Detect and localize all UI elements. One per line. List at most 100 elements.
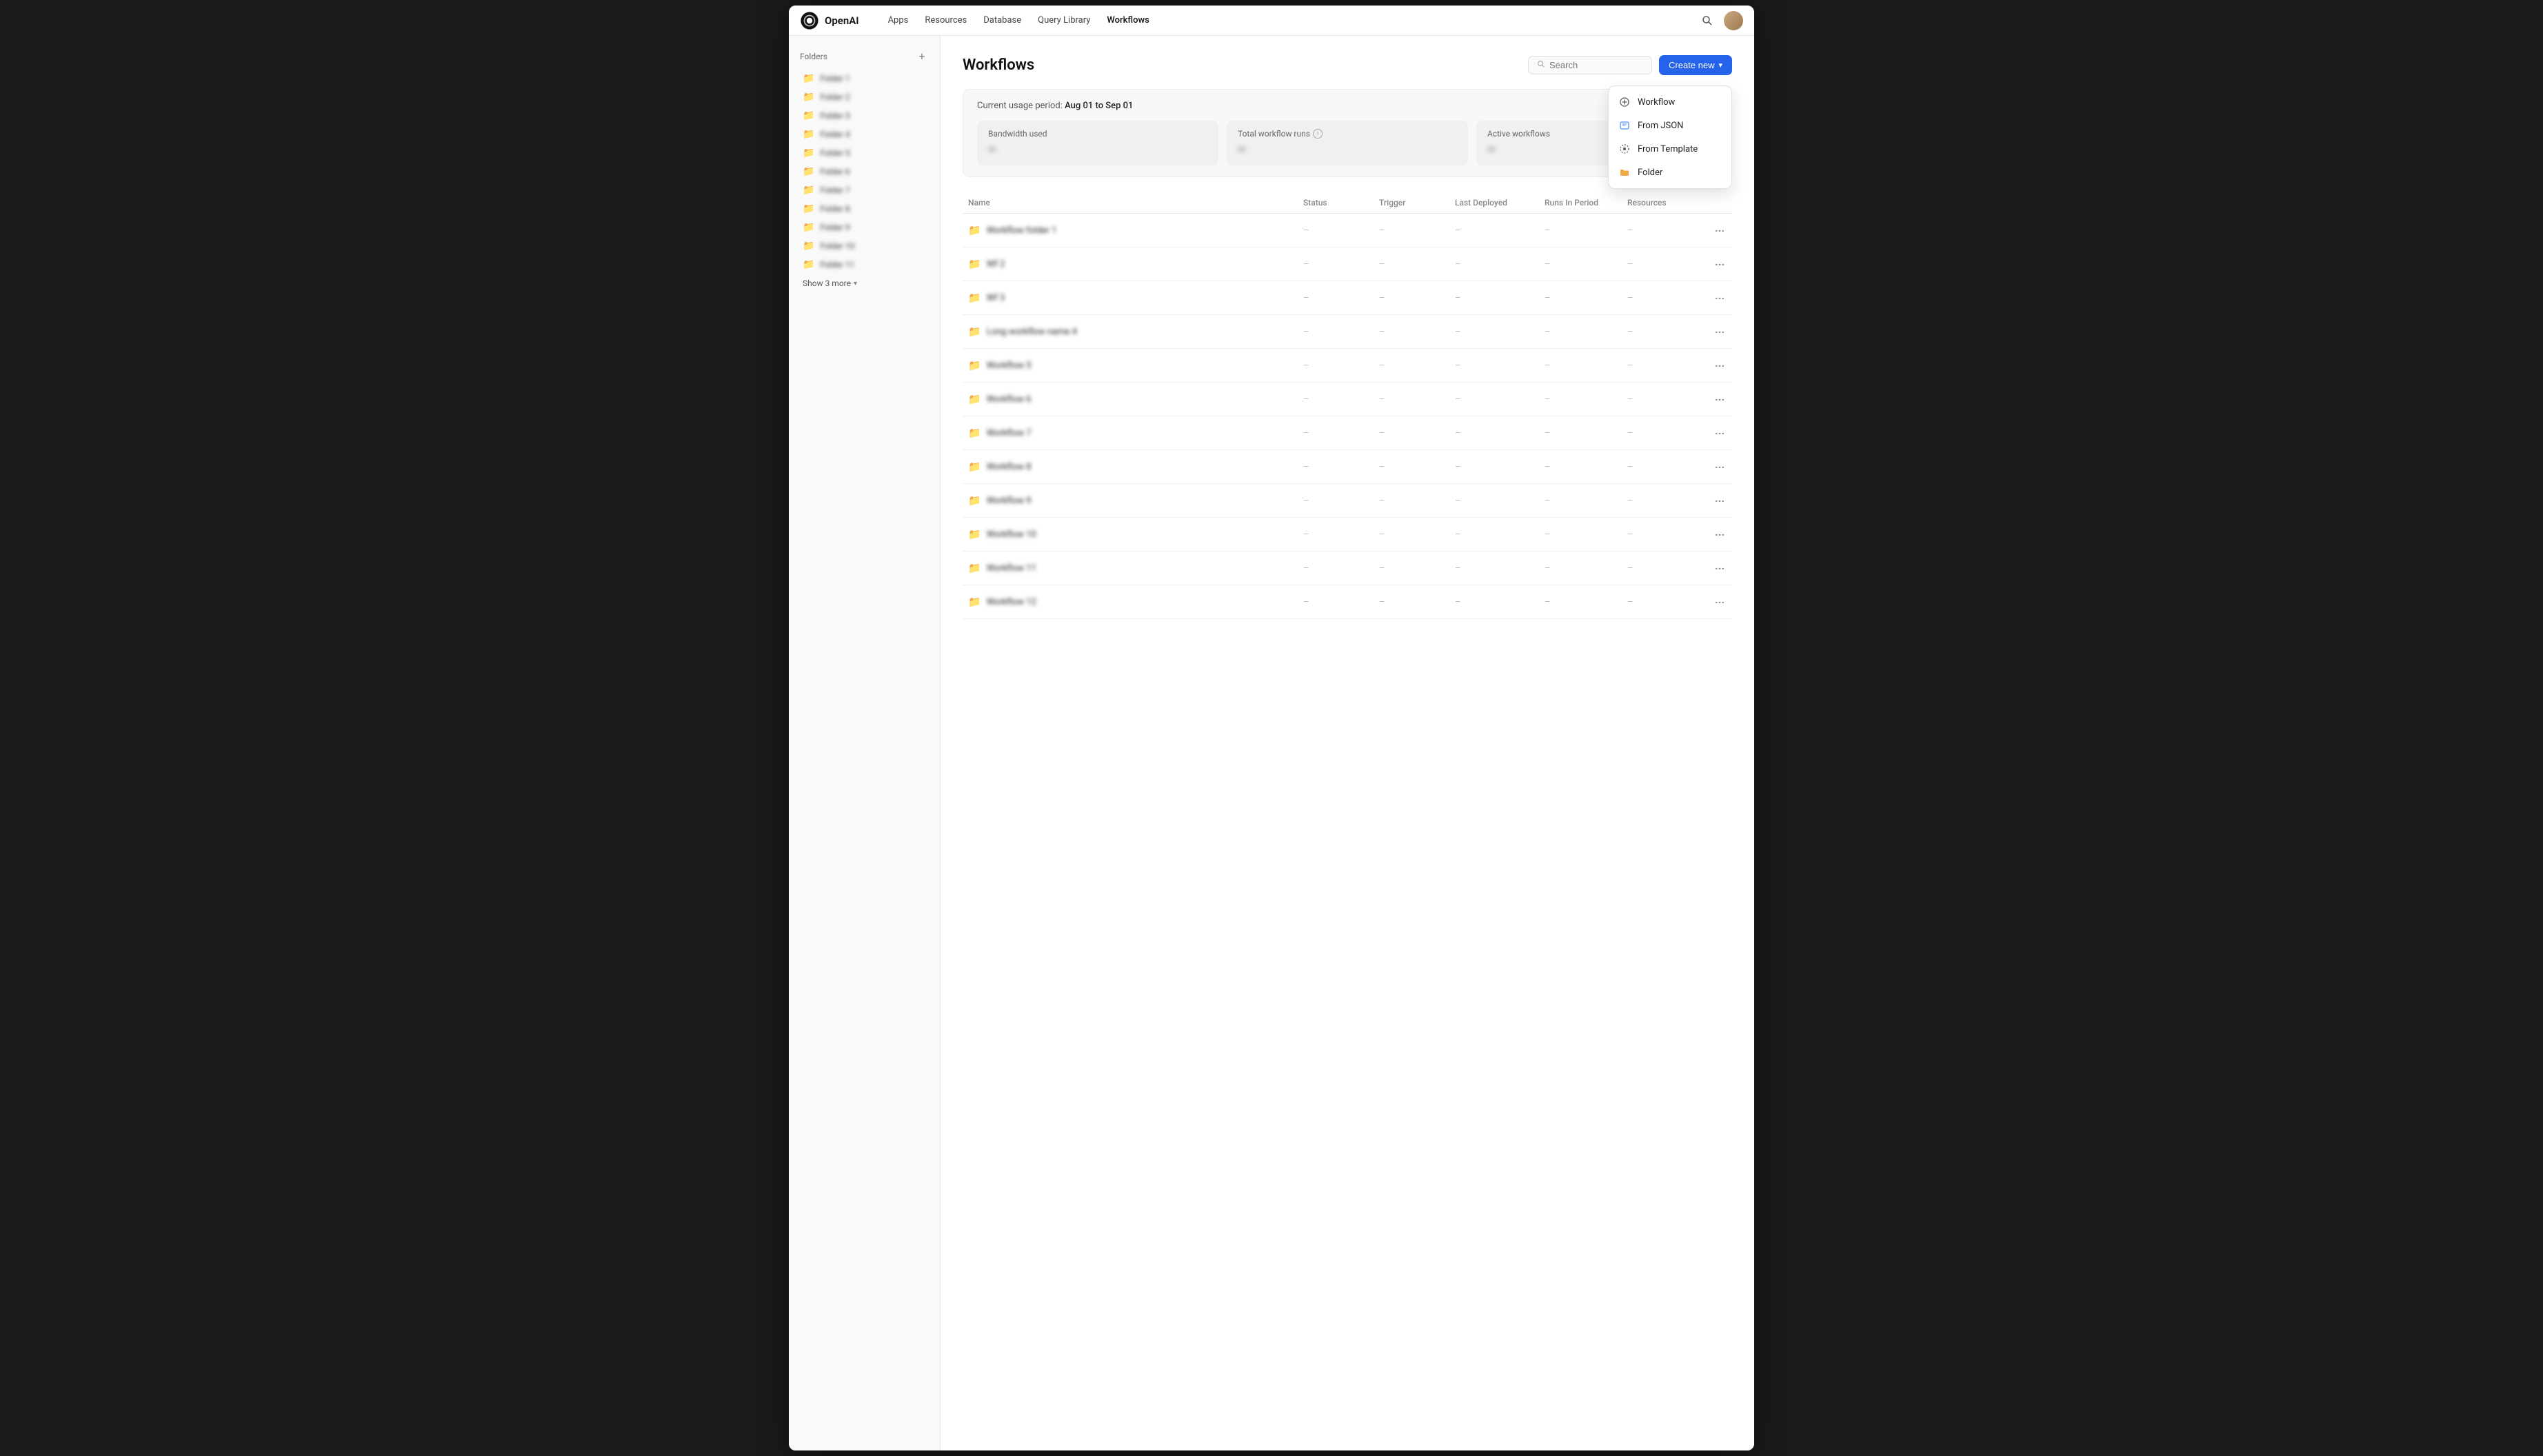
row-more-button[interactable]: ··· — [1710, 457, 1729, 476]
row-more-button[interactable]: ··· — [1710, 525, 1729, 544]
row-runs-in-period-cell: – — [1539, 496, 1622, 506]
row-last-deployed-cell: – — [1449, 293, 1539, 303]
row-more-button[interactable]: ··· — [1710, 322, 1729, 341]
create-new-button[interactable]: Create new ▾ — [1659, 55, 1732, 75]
sidebar-item-0[interactable]: 📁 Folder 1 — [793, 70, 936, 88]
row-last-deployed-cell: – — [1449, 225, 1539, 236]
nav-link-query-library[interactable]: Query Library — [1031, 12, 1097, 28]
column-header-trigger: Trigger — [1374, 198, 1449, 208]
sidebar-item-6[interactable]: 📁 Folder 7 — [793, 181, 936, 199]
table-row[interactable]: 📁 Wf 2 –––––··· — [963, 247, 1732, 281]
sidebar-item-1[interactable]: 📁 Folder 2 — [793, 88, 936, 106]
dropdown-item-label: From JSON — [1638, 121, 1683, 131]
row-trigger-cell: – — [1374, 462, 1449, 472]
nav-link-apps[interactable]: Apps — [881, 12, 916, 28]
stats-row: Bandwidth used – Total workflow runs i –… — [977, 121, 1718, 165]
dropdown-item-label: From Template — [1638, 144, 1698, 154]
row-actions-cell: ··· — [1705, 322, 1732, 341]
plus-icon — [1618, 96, 1631, 108]
dropdown-item-from-template[interactable]: From Template — [1609, 137, 1731, 161]
row-more-button[interactable]: ··· — [1710, 254, 1729, 274]
row-folder-icon: 📁 — [968, 359, 981, 372]
sidebar-items: 📁 Folder 1 📁 Folder 2 📁 Folder 3 📁 Folde… — [789, 70, 940, 274]
sidebar-item-8[interactable]: 📁 Folder 9 — [793, 219, 936, 236]
row-resources-cell: – — [1622, 563, 1705, 574]
row-status-cell: – — [1298, 597, 1374, 607]
row-status-cell: – — [1298, 293, 1374, 303]
logo-text: OpenAI — [825, 14, 859, 27]
sidebar-item-10[interactable]: 📁 Folder 11 — [793, 256, 936, 274]
table-row[interactable]: 📁 Workflow folder 1 –––––··· — [963, 214, 1732, 247]
nav-link-workflows[interactable]: Workflows — [1100, 12, 1156, 28]
row-trigger-cell: – — [1374, 563, 1449, 574]
dropdown-item-folder[interactable]: Folder — [1609, 161, 1731, 184]
row-last-deployed-cell: – — [1449, 361, 1539, 371]
sidebar-item-9[interactable]: 📁 Folder 10 — [793, 237, 936, 255]
row-runs-in-period-cell: – — [1539, 428, 1622, 438]
add-folder-button[interactable]: + — [915, 50, 929, 63]
row-folder-icon: 📁 — [968, 461, 981, 473]
row-name-text: Workflow 7 — [987, 428, 1032, 438]
table-row[interactable]: 📁 Workflow 12 –––––··· — [963, 585, 1732, 619]
row-more-button[interactable]: ··· — [1710, 491, 1729, 510]
column-header-last-deployed: Last Deployed — [1449, 198, 1539, 208]
row-more-button[interactable]: ··· — [1710, 288, 1729, 307]
row-resources-cell: – — [1622, 428, 1705, 438]
row-more-button[interactable]: ··· — [1710, 221, 1729, 240]
row-more-button[interactable]: ··· — [1710, 592, 1729, 611]
row-runs-in-period-cell: – — [1539, 462, 1622, 472]
nav-link-resources[interactable]: Resources — [918, 12, 974, 28]
workflows-table: NameStatusTriggerLast DeployedRuns In Pe… — [963, 194, 1732, 619]
search-input[interactable] — [1549, 60, 1643, 70]
sidebar-item-5[interactable]: 📁 Folder 6 — [793, 163, 936, 181]
table-row[interactable]: 📁 Workflow 10 –––––··· — [963, 518, 1732, 552]
row-actions-cell: ··· — [1705, 457, 1732, 476]
table-row[interactable]: 📁 Workflow 5 –––––··· — [963, 349, 1732, 383]
sidebar-item-3[interactable]: 📁 Folder 4 — [793, 125, 936, 143]
row-resources-cell: – — [1622, 225, 1705, 236]
row-more-button[interactable]: ··· — [1710, 390, 1729, 409]
folder-icon — [1618, 166, 1631, 179]
row-name-text: Workflow 8 — [987, 462, 1032, 472]
table-row[interactable]: 📁 Wf 3 –––––··· — [963, 281, 1732, 315]
table-row[interactable]: 📁 Workflow 9 –––––··· — [963, 484, 1732, 518]
show-more-button[interactable]: Show 3 more ▾ — [793, 275, 936, 292]
logo[interactable]: OpenAI — [800, 11, 859, 30]
main-content: Workflows — [941, 36, 1754, 1450]
folder-icon: 📁 — [803, 92, 814, 103]
nav-link-database[interactable]: Database — [976, 12, 1028, 28]
dropdown-item-from-json[interactable]: From JSON — [1609, 114, 1731, 137]
row-status-cell: – — [1298, 529, 1374, 540]
row-runs-in-period-cell: – — [1539, 563, 1622, 574]
row-last-deployed-cell: – — [1449, 597, 1539, 607]
row-folder-icon: 📁 — [968, 528, 981, 540]
row-name-text: Workflow 6 — [987, 394, 1032, 405]
row-resources-cell: – — [1622, 529, 1705, 540]
nav-search-button[interactable] — [1698, 11, 1717, 30]
row-more-button[interactable]: ··· — [1710, 356, 1729, 375]
chevron-down-icon: ▾ — [854, 280, 857, 287]
header-actions-inner: Create new ▾ — [1528, 55, 1732, 75]
row-resources-cell: – — [1622, 462, 1705, 472]
sidebar-item-4[interactable]: 📁 Folder 5 — [793, 144, 936, 162]
table-row[interactable]: 📁 Workflow 11 –––––··· — [963, 552, 1732, 585]
row-last-deployed-cell: – — [1449, 259, 1539, 270]
sidebar-item-7[interactable]: 📁 Folder 8 — [793, 200, 936, 218]
row-name-cell: 📁 Workflow 6 — [963, 393, 1298, 405]
table-row[interactable]: 📁 Workflow 6 –––––··· — [963, 383, 1732, 416]
sidebar-item-2[interactable]: 📁 Folder 3 — [793, 107, 936, 125]
stat-label-1: Total workflow runs i — [1238, 129, 1457, 139]
row-more-button[interactable]: ··· — [1710, 558, 1729, 578]
table-row[interactable]: 📁 Long workflow name 4 –––––··· — [963, 315, 1732, 349]
avatar[interactable] — [1724, 11, 1743, 30]
row-status-cell: – — [1298, 462, 1374, 472]
table-row[interactable]: 📁 Workflow 7 –––––··· — [963, 416, 1732, 450]
template-icon — [1618, 143, 1631, 155]
search-box[interactable] — [1528, 56, 1652, 74]
dropdown-item-workflow[interactable]: Workflow — [1609, 90, 1731, 114]
table-row[interactable]: 📁 Workflow 8 –––––··· — [963, 450, 1732, 484]
row-trigger-cell: – — [1374, 597, 1449, 607]
row-more-button[interactable]: ··· — [1710, 423, 1729, 443]
info-icon[interactable]: i — [1313, 129, 1323, 139]
folder-icon: 📁 — [803, 185, 814, 196]
